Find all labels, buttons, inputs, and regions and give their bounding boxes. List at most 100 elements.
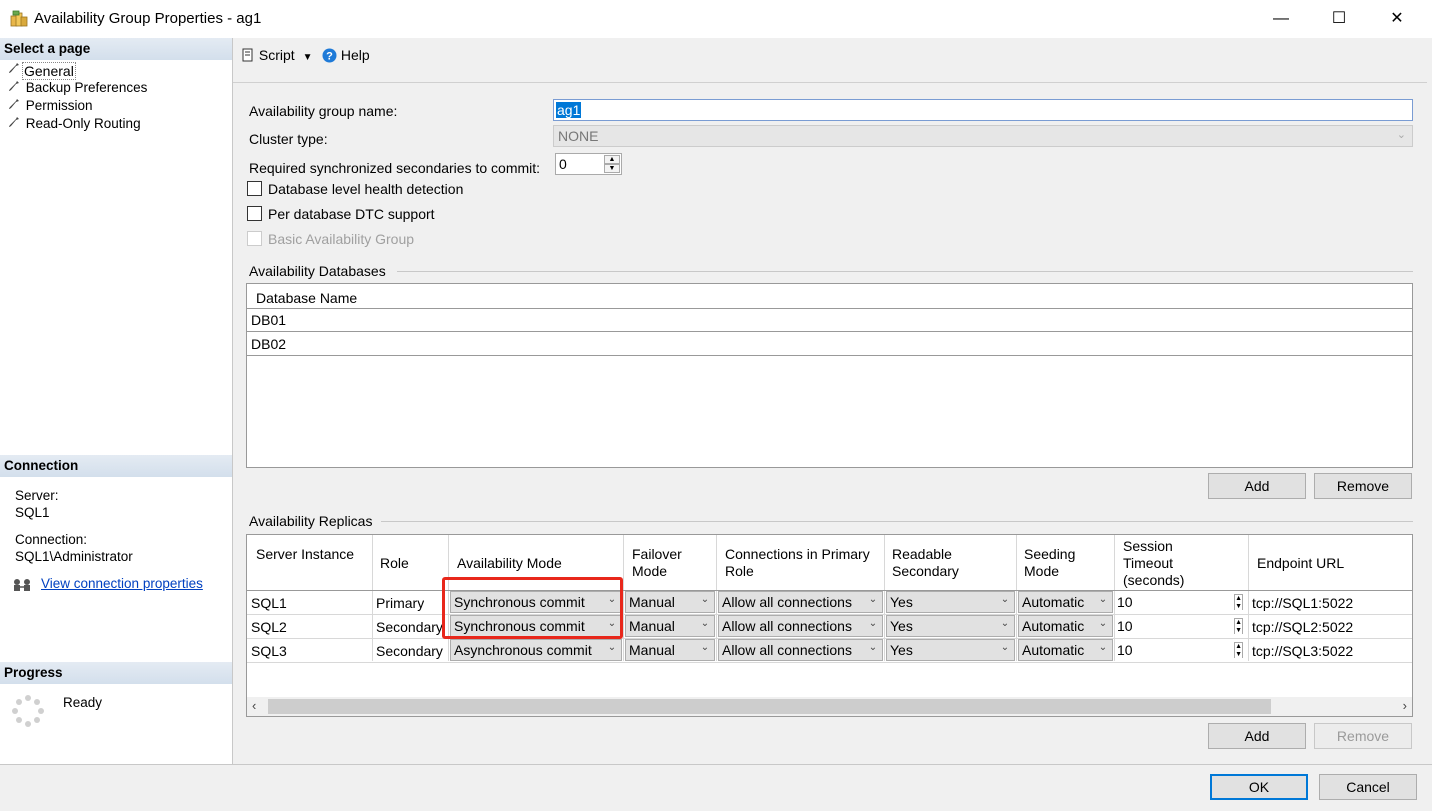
chevron-down-icon: ▼ [302, 52, 313, 63]
failover-mode-select[interactable]: Manual ⌄ [625, 615, 715, 637]
database-name-cell: DB01 [251, 312, 287, 328]
basic-ag-label: Basic Availability Group [268, 231, 415, 247]
role-header: Role [380, 555, 409, 571]
cluster-type-label: Cluster type: [249, 131, 328, 147]
cluster-type-select[interactable]: NONE ⌄ [553, 125, 1413, 147]
connections-select[interactable]: Allow all connections ⌄ [718, 639, 883, 661]
connection-properties-icon [14, 579, 30, 591]
failover-mode-select[interactable]: Manual ⌄ [625, 639, 715, 661]
connections-value: Allow all connections [722, 594, 852, 610]
page-backup-label: Backup Preferences [25, 80, 148, 95]
server-cell: SQL1 [251, 595, 287, 611]
scroll-right-icon[interactable]: › [1403, 698, 1407, 713]
readable-secondary-select[interactable]: Yes ⌄ [886, 639, 1015, 661]
dtc-checkbox[interactable] [247, 206, 262, 221]
spin-down-icon[interactable]: ▼ [604, 164, 620, 173]
chevron-down-icon: ⌄ [607, 618, 617, 629]
chevron-down-icon: ⌄ [700, 594, 710, 605]
content-pane: Script ▼ ? Help Availability group name:… [233, 38, 1427, 764]
spin-updown-icon: ▲ ▼ [1234, 642, 1243, 658]
connections-select[interactable]: Allow all connections ⌄ [718, 615, 883, 637]
role-cell: Secondary [376, 619, 443, 635]
chevron-down-icon: ⌄ [607, 642, 617, 653]
general-form: Availability group name: ag1 Cluster typ… [233, 82, 1427, 764]
timeout-value: 10 [1117, 642, 1133, 658]
view-connection-properties-link[interactable]: View connection properties [41, 576, 203, 591]
remove-database-button[interactable]: Remove [1314, 473, 1412, 499]
column-divider [448, 535, 449, 661]
page-permission[interactable]: Permission [8, 98, 93, 116]
title-bar: Availability Group Properties - ag1 — ☐ … [0, 0, 1432, 38]
cancel-button[interactable]: Cancel [1319, 774, 1417, 800]
add-database-button[interactable]: Add [1208, 473, 1306, 499]
connections-value: Allow all connections [722, 642, 852, 658]
chevron-down-icon: ⌄ [1098, 618, 1108, 629]
session-timeout-spinner[interactable]: 10 ▲ ▼ [1117, 594, 1245, 610]
endpoint-url-cell: tcp://SQL2:5022 [1252, 619, 1354, 635]
script-button[interactable]: Script ▼ [241, 47, 312, 63]
endpoint-url-header: Endpoint URL [1257, 555, 1345, 571]
remove-replica-button[interactable]: Remove [1314, 723, 1412, 749]
readable-secondary-select[interactable]: Yes ⌄ [886, 615, 1015, 637]
column-divider [716, 535, 717, 661]
seeding-mode-select[interactable]: Automatic ⌄ [1018, 591, 1113, 613]
progress-status: Ready [63, 695, 103, 710]
maximize-button[interactable]: ☐ [1310, 0, 1368, 38]
availability-mode-select[interactable]: Synchronous commit ⌄ [450, 591, 622, 613]
column-divider [623, 535, 624, 661]
session-timeout-spinner[interactable]: 10 ▲ ▼ [1117, 618, 1245, 634]
db-health-checkbox[interactable] [247, 181, 262, 196]
page-general[interactable]: General [8, 62, 76, 80]
availability-mode-select[interactable]: Synchronous commit ⌄ [450, 615, 622, 637]
failover-mode-select[interactable]: Manual ⌄ [625, 591, 715, 613]
availability-mode-value: Asynchronous commit [454, 642, 592, 658]
toolbar: Script ▼ ? Help [233, 38, 1427, 72]
seeding-mode-select[interactable]: Automatic ⌄ [1018, 639, 1113, 661]
chevron-down-icon: ⌄ [1000, 594, 1010, 605]
group-divider [397, 271, 1413, 272]
req-sync-spinner[interactable]: 0 ▲ ▼ [555, 153, 622, 175]
close-button[interactable]: ✕ [1368, 0, 1426, 38]
chevron-down-icon: ⌄ [700, 618, 710, 629]
readable-value: Yes [890, 618, 913, 634]
connection-value: SQL1\Administrator [15, 549, 133, 564]
add-replica-button[interactable]: Add [1208, 723, 1306, 749]
basic-ag-checkbox[interactable] [247, 231, 262, 246]
ag-name-input[interactable]: ag1 [553, 99, 1413, 121]
table-row[interactable]: DB02 [247, 333, 1412, 356]
page-read-only-routing[interactable]: Read-Only Routing [8, 116, 141, 134]
readable-secondary-select[interactable]: Yes ⌄ [886, 591, 1015, 613]
scrollbar-thumb[interactable] [268, 699, 1271, 714]
connections-select[interactable]: Allow all connections ⌄ [718, 591, 883, 613]
server-label: Server: [15, 488, 59, 503]
seeding-mode-select[interactable]: Automatic ⌄ [1018, 615, 1113, 637]
endpoint-url-cell: tcp://SQL3:5022 [1252, 643, 1354, 659]
horizontal-scrollbar[interactable]: ‹ › [247, 697, 1412, 716]
spin-up-icon[interactable]: ▲ [604, 155, 620, 164]
help-button[interactable]: ? Help [322, 47, 370, 63]
script-label: Script [258, 47, 295, 63]
availability-mode-value: Synchronous commit [454, 594, 585, 610]
availability-mode-select[interactable]: Asynchronous commit ⌄ [450, 639, 622, 661]
timeout-value: 10 [1117, 594, 1133, 610]
row-divider [247, 662, 1412, 663]
failover-mode-value: Manual [629, 594, 675, 610]
table-row[interactable]: DB01 [247, 309, 1412, 332]
column-divider [884, 535, 885, 661]
server-cell: SQL3 [251, 643, 287, 659]
column-divider [372, 535, 373, 661]
replicas-grid: Server Instance Role Availability Mode F… [246, 534, 1413, 717]
ok-button[interactable]: OK [1210, 774, 1308, 800]
wrench-icon [8, 98, 22, 113]
session-timeout-spinner[interactable]: 10 ▲ ▼ [1117, 642, 1245, 658]
minimize-button[interactable]: — [1252, 0, 1310, 38]
wrench-icon [8, 62, 22, 77]
page-backup-preferences[interactable]: Backup Preferences [8, 80, 147, 98]
chevron-down-icon: ⌄ [868, 618, 878, 629]
ag-name-value: ag1 [556, 102, 582, 118]
seeding-value: Automatic [1022, 594, 1085, 610]
timeout-value: 10 [1117, 618, 1133, 634]
scroll-left-icon[interactable]: ‹ [252, 698, 256, 713]
help-icon: ? [322, 48, 337, 63]
connection-label: Connection: [15, 532, 88, 547]
